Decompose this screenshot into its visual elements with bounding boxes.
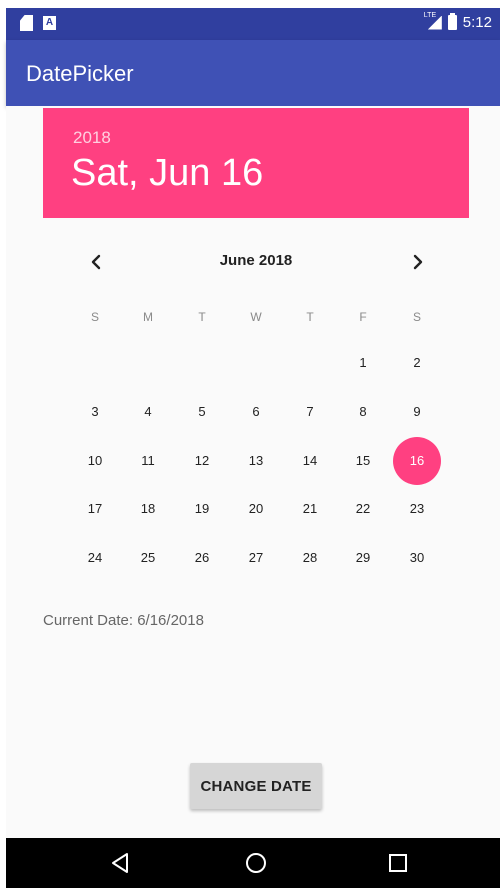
calendar-day[interactable]: 10 bbox=[71, 437, 119, 485]
recents-icon bbox=[389, 854, 407, 872]
signal-icon: LTE bbox=[423, 11, 442, 31]
calendar-day[interactable]: 20 bbox=[232, 485, 280, 533]
calendar-day-selected[interactable]: 16 bbox=[393, 436, 441, 485]
back-button[interactable] bbox=[108, 850, 134, 876]
app-bar: DatePicker bbox=[6, 40, 500, 106]
calendar-day[interactable]: 8 bbox=[339, 388, 387, 436]
battery-icon bbox=[447, 13, 457, 30]
calendar-day[interactable]: 7 bbox=[286, 388, 334, 436]
calendar-day[interactable]: 19 bbox=[178, 485, 226, 533]
calendar-day[interactable]: 17 bbox=[71, 485, 119, 533]
header-date[interactable]: Sat, Jun 16 bbox=[71, 152, 263, 195]
chevron-right-icon bbox=[413, 254, 423, 270]
calendar-day[interactable]: 11 bbox=[124, 437, 172, 485]
calendar-day[interactable]: 4 bbox=[124, 388, 172, 436]
calendar-day[interactable]: 9 bbox=[393, 388, 441, 436]
calendar-day[interactable]: 6 bbox=[232, 388, 280, 436]
weekday-header: F bbox=[359, 310, 367, 324]
status-right-icons: LTE 5:12 bbox=[423, 11, 492, 32]
next-month-button[interactable] bbox=[408, 248, 428, 276]
status-time: 5:12 bbox=[462, 14, 492, 31]
weekday-header: T bbox=[306, 310, 314, 324]
calendar-day[interactable]: 21 bbox=[286, 485, 334, 533]
app-title: DatePicker bbox=[26, 61, 134, 86]
calendar-day[interactable]: 3 bbox=[71, 388, 119, 436]
calendar-day[interactable]: 5 bbox=[178, 388, 226, 436]
weekday-header: M bbox=[143, 310, 153, 324]
prev-month-button[interactable] bbox=[86, 248, 106, 276]
calendar-day[interactable]: 1 bbox=[339, 339, 387, 387]
chevron-left-icon bbox=[91, 254, 101, 270]
weekday-header: S bbox=[412, 310, 421, 324]
weekday-header: W bbox=[250, 310, 262, 324]
calendar-day[interactable]: 26 bbox=[178, 534, 226, 582]
home-button[interactable] bbox=[243, 850, 269, 876]
home-icon bbox=[246, 853, 266, 873]
current-date-label: Current Date: 6/16/2018 bbox=[43, 612, 204, 629]
month-title: June 2018 bbox=[219, 252, 293, 269]
system-nav-bar bbox=[6, 838, 500, 888]
network-type-label: LTE bbox=[423, 11, 437, 19]
calendar-day[interactable]: 28 bbox=[286, 534, 334, 582]
calendar-day[interactable]: 29 bbox=[339, 534, 387, 582]
status-bar: LTE 5:12 bbox=[6, 8, 500, 40]
sd-card-icon bbox=[20, 15, 33, 31]
calendar-day[interactable]: 15 bbox=[339, 437, 387, 485]
weekday-header: S bbox=[90, 310, 99, 324]
calendar-day[interactable]: 22 bbox=[339, 485, 387, 533]
back-icon bbox=[112, 853, 128, 873]
calendar-day[interactable]: 23 bbox=[393, 485, 441, 533]
calendar-day[interactable]: 18 bbox=[124, 485, 172, 533]
notification-a-icon bbox=[43, 16, 56, 30]
header-year[interactable]: 2018 bbox=[73, 128, 111, 148]
calendar-day[interactable]: 2 bbox=[393, 339, 441, 387]
calendar-day[interactable]: 13 bbox=[232, 437, 280, 485]
calendar-day[interactable]: 25 bbox=[124, 534, 172, 582]
calendar-day[interactable]: 14 bbox=[286, 437, 334, 485]
status-left-icons bbox=[20, 15, 56, 31]
calendar-day[interactable]: 27 bbox=[232, 534, 280, 582]
calendar-day[interactable]: 12 bbox=[178, 437, 226, 485]
weekday-header: T bbox=[198, 310, 206, 324]
calendar-day[interactable]: 30 bbox=[393, 534, 441, 582]
date-picker-header: 2018 Sat, Jun 16 bbox=[43, 108, 469, 218]
recents-button[interactable] bbox=[385, 850, 411, 876]
change-date-button[interactable]: CHANGE DATE bbox=[190, 763, 322, 809]
calendar-day[interactable]: 24 bbox=[71, 534, 119, 582]
